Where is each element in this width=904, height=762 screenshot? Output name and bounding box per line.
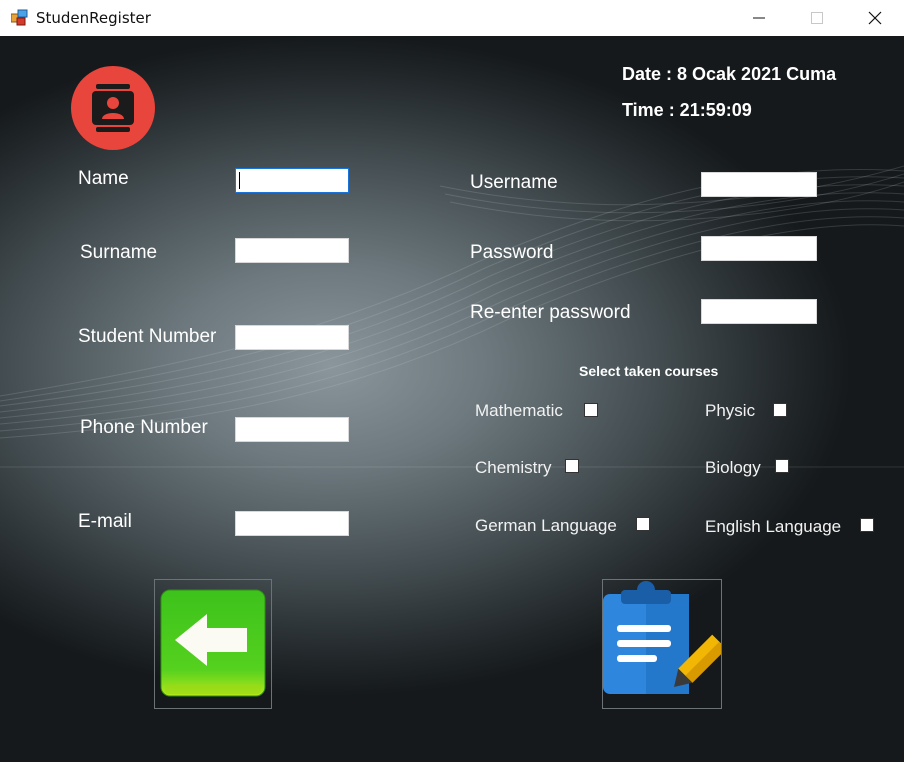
- german-language-checkbox[interactable]: [636, 517, 650, 531]
- phone-number-input[interactable]: [235, 417, 349, 442]
- username-input[interactable]: [701, 172, 817, 197]
- contact-card-icon: [71, 66, 155, 150]
- german-language-label: German Language: [475, 516, 617, 535]
- clipboard-edit-icon: [603, 581, 727, 694]
- maximize-icon: [811, 12, 823, 24]
- physic-label: Physic: [705, 401, 756, 420]
- name-input[interactable]: [235, 168, 349, 193]
- phone-number-label: Phone Number: [80, 417, 208, 438]
- username-label: Username: [470, 172, 558, 193]
- title-bar: StudenRegister: [0, 0, 904, 36]
- chemistry-label: Chemistry: [475, 458, 552, 477]
- back-arrow-icon: [160, 589, 266, 697]
- password-label: Password: [470, 242, 554, 263]
- courses-header: Select taken courses: [579, 363, 719, 379]
- mathematic-checkbox[interactable]: [584, 403, 598, 417]
- biology-label: Biology: [705, 458, 761, 477]
- surname-input[interactable]: [235, 238, 349, 263]
- app-icon: [11, 9, 28, 26]
- time-label: Time : 21:59:09: [622, 100, 752, 120]
- english-language-checkbox[interactable]: [860, 518, 874, 532]
- password-input[interactable]: [701, 236, 817, 261]
- close-button[interactable]: [847, 0, 904, 36]
- minimize-button[interactable]: [731, 0, 789, 36]
- back-button[interactable]: [154, 579, 272, 709]
- email-input[interactable]: [235, 511, 349, 536]
- physic-checkbox[interactable]: [773, 403, 787, 417]
- chemistry-checkbox[interactable]: [565, 459, 579, 473]
- window-title: StudenRegister: [36, 9, 151, 27]
- name-label: Name: [78, 168, 129, 189]
- reenter-password-input[interactable]: [701, 299, 817, 324]
- form-client-area: Date : 8 Ocak 2021 Cuma Time : 21:59:09 …: [0, 36, 904, 762]
- date-label: Date : 8 Ocak 2021 Cuma: [622, 64, 837, 84]
- register-button[interactable]: [602, 579, 727, 709]
- english-language-label: English Language: [705, 517, 842, 536]
- mathematic-label: Mathematic: [475, 401, 563, 420]
- text-caret: [239, 172, 240, 189]
- maximize-button[interactable]: [789, 0, 847, 36]
- biology-checkbox[interactable]: [775, 459, 789, 473]
- close-icon: [868, 11, 882, 25]
- reenter-password-label: Re-enter password: [470, 302, 631, 323]
- minimize-icon: [753, 17, 765, 19]
- student-number-input[interactable]: [235, 325, 349, 350]
- student-number-label: Student Number: [78, 326, 217, 347]
- email-label: E-mail: [78, 511, 132, 532]
- surname-label: Surname: [80, 242, 158, 263]
